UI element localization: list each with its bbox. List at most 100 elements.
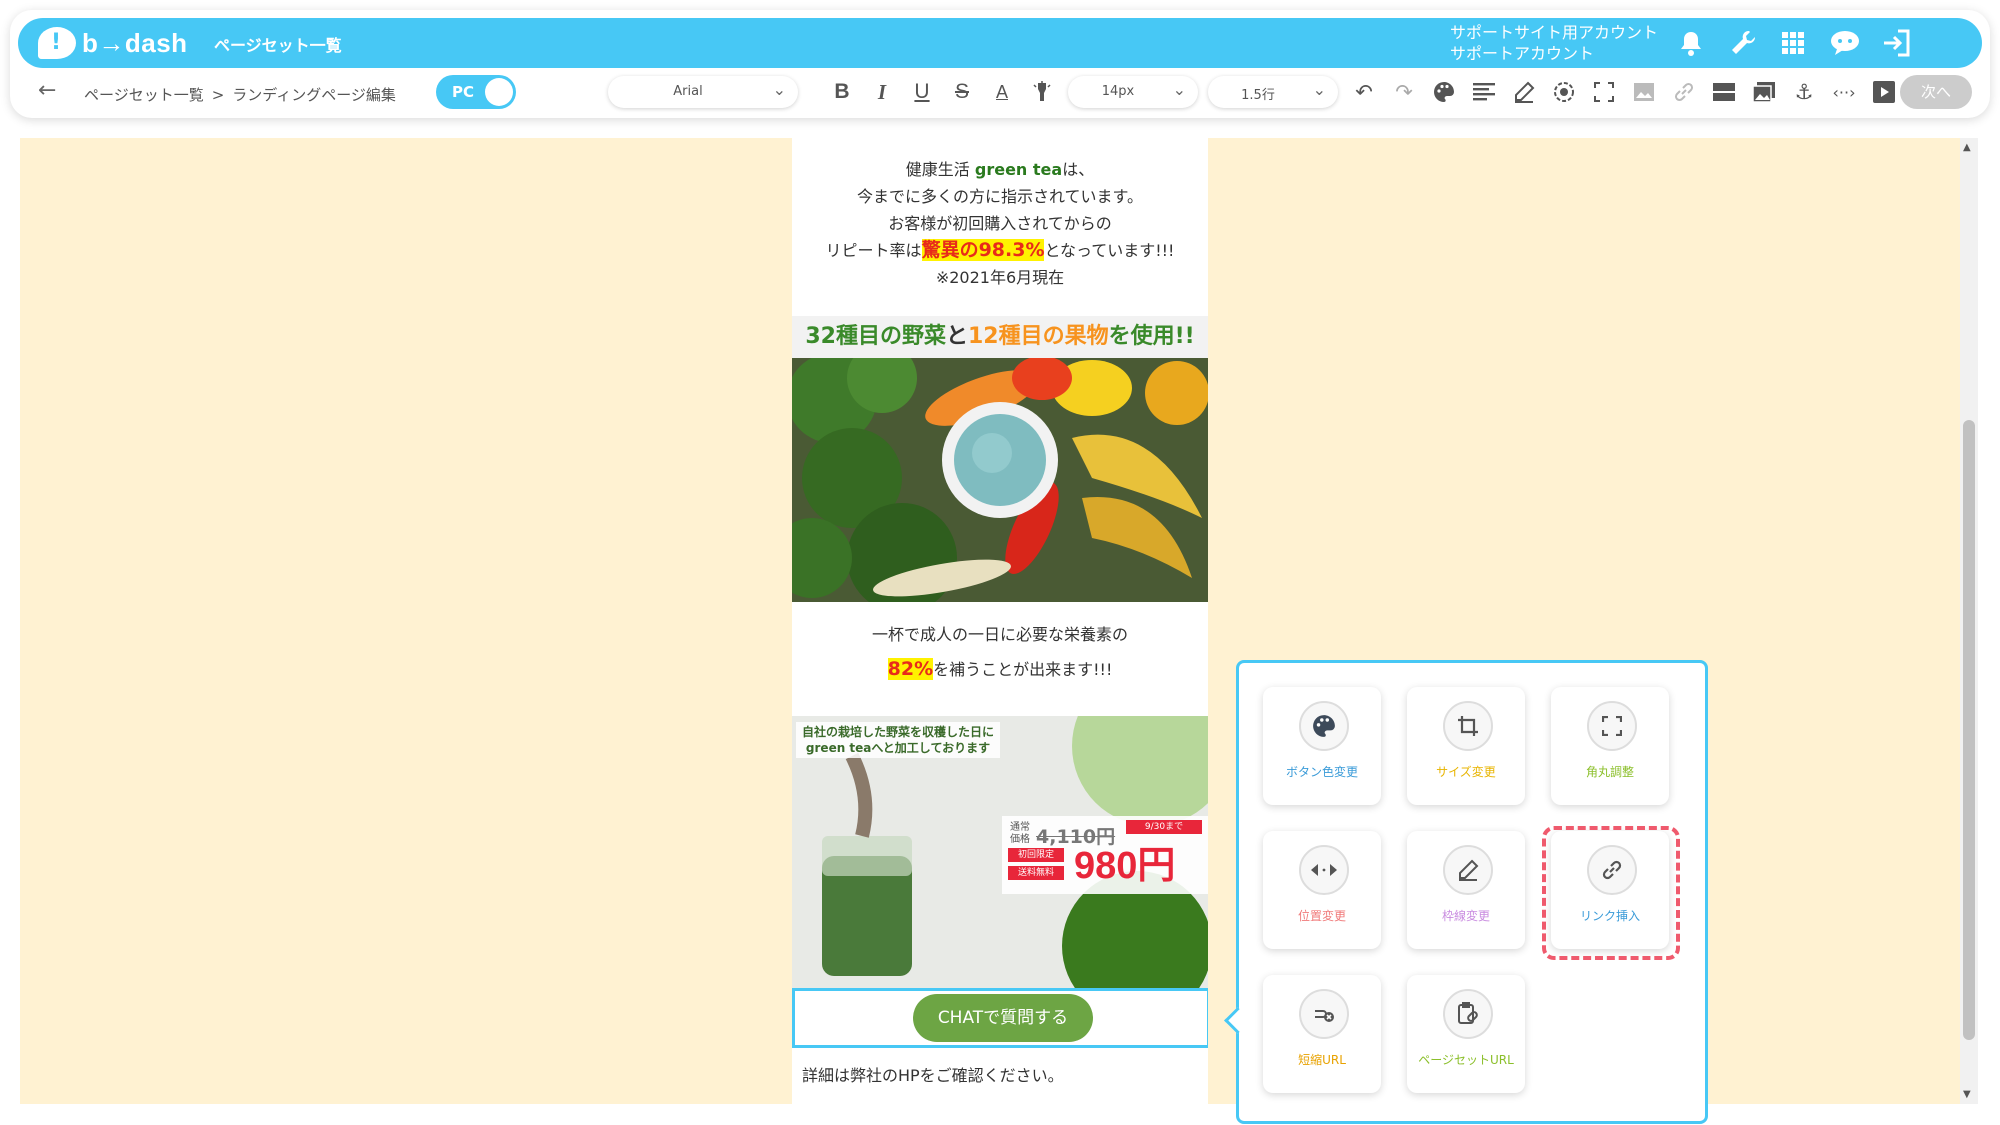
chevron-down-icon: ⌄ [1172, 80, 1186, 99]
intro-date-note: ※2021年6月現在 [935, 268, 1065, 287]
scroll-down-icon[interactable]: ▼ [1963, 1089, 1971, 1100]
logo-text: b→dash [82, 27, 188, 58]
chat-button-container[interactable]: CHATで質問する [792, 988, 1208, 1048]
section-block-icon[interactable] [1710, 78, 1738, 106]
breadcrumb: ページセット一覧 > ランディングページ編集 [84, 84, 396, 105]
until-badge: 9/30まで [1126, 820, 1202, 834]
fruit-count-text: 12種目の果物 [967, 324, 1109, 349]
align-left-icon[interactable] [1470, 78, 1498, 106]
chat-question-button[interactable]: CHATで質問する [913, 994, 1093, 1042]
link-icon[interactable] [1670, 78, 1698, 106]
free-shipping-badge: 送料無料 [1008, 866, 1064, 880]
link-insert-highlight [1542, 826, 1680, 960]
line-height-select[interactable]: 1.5行 ⌄ [1208, 76, 1338, 108]
intro-line-4: リピート率は [825, 241, 922, 260]
back-arrow-icon[interactable]: ← [38, 78, 56, 103]
pen-icon [1443, 845, 1493, 895]
device-pc-toggle[interactable]: PC [436, 75, 516, 109]
font-size-value: 14px [1101, 84, 1135, 99]
intro-text-block[interactable]: 健康生活 green teaは、 今までに多くの方に指示されています。 お客様が… [792, 156, 1208, 291]
tile-corner-radius[interactable]: 角丸調整 [1551, 687, 1669, 805]
tile-position-change[interactable]: 位置変更 [1263, 831, 1381, 949]
bell-icon[interactable] [1674, 26, 1708, 60]
tile-button-color-label: ボタン色変更 [1285, 765, 1358, 779]
intro-line-1: 健康生活 [905, 160, 975, 179]
nutrition-line-2: を補うことが出来ます!!! [933, 660, 1113, 679]
scroll-thumb[interactable] [1963, 420, 1975, 1040]
palette-icon [1299, 701, 1349, 751]
scroll-up-icon[interactable]: ▲ [1963, 142, 1971, 153]
toggle-knob [485, 78, 513, 106]
breadcrumb-landing-page-edit: ランディングページ編集 [232, 86, 396, 104]
veg-and-text: と [945, 324, 968, 349]
undo-icon[interactable]: ↶ [1350, 78, 1378, 106]
font-family-value: Arial [673, 84, 703, 99]
redo-icon[interactable]: ↷ [1390, 78, 1418, 106]
code-icon[interactable]: ‹··› [1830, 78, 1858, 106]
apps-grid-icon[interactable] [1776, 26, 1810, 60]
gallery-icon[interactable] [1750, 78, 1778, 106]
italic-button[interactable]: I [868, 78, 896, 106]
nutrition-line-1: 一杯で成人の一日に必要な栄養素の [871, 625, 1128, 644]
underline-button[interactable]: U [908, 78, 936, 106]
tile-size-change[interactable]: サイズ変更 [1407, 687, 1525, 805]
canvas-scrollbar[interactable]: ▲ ▼ [1960, 138, 1978, 1104]
repeat-rate-highlight: 驚異の98.3% [921, 239, 1045, 261]
veg-count-text: 32種目の野菜 [805, 324, 946, 349]
palette-icon[interactable] [1430, 78, 1458, 106]
page-title[interactable]: ページセット一覧 [214, 32, 342, 56]
sale-price: 980円 [1074, 845, 1176, 887]
footer-text[interactable]: 詳細は弊社のHPをご確認ください。 [802, 1062, 1064, 1086]
regular-price-label: 通常 価格 [1010, 822, 1030, 846]
play-icon[interactable] [1870, 78, 1898, 106]
tile-short-url-label: 短縮URL [1298, 1053, 1346, 1067]
chevron-down-icon: ⌄ [1312, 80, 1326, 99]
tile-button-color[interactable]: ボタン色変更 [1263, 687, 1381, 805]
tile-short-url[interactable]: 短縮URL [1263, 975, 1381, 1093]
short-link-icon [1299, 989, 1349, 1039]
pen-icon[interactable] [1510, 78, 1538, 106]
wrench-icon[interactable] [1726, 26, 1760, 60]
strikethrough-button[interactable]: S [948, 78, 976, 106]
vegetables-photo[interactable] [792, 358, 1208, 602]
tile-corner-radius-label: 角丸調整 [1585, 765, 1634, 779]
app-logo[interactable]: b→dash [38, 24, 188, 62]
account-info[interactable]: サポートサイト用アカウント サポートアカウント [1450, 22, 1658, 64]
landing-page-preview: 健康生活 green teaは、 今までに多くの方に指示されています。 お客様が… [792, 138, 1208, 1104]
tile-border-change-label: 枠線変更 [1441, 909, 1490, 923]
tile-page-set-url-label: ページセットURL [1418, 1053, 1514, 1067]
next-button[interactable]: 次へ [1900, 75, 1972, 109]
intro-line-4-post: となっています!!! [1044, 241, 1175, 260]
account-name: サポートサイト用アカウント [1450, 23, 1659, 42]
bold-button[interactable]: B [828, 78, 856, 106]
chat-assistant-icon[interactable] [1828, 26, 1862, 60]
highlighter-icon[interactable] [1028, 78, 1056, 106]
crop-icon [1443, 701, 1493, 751]
font-family-select[interactable]: Arial ⌄ [608, 76, 798, 108]
intro-line-1-post: は、 [1062, 160, 1095, 179]
tile-border-change[interactable]: 枠線変更 [1407, 831, 1525, 949]
tile-position-change-label: 位置変更 [1297, 909, 1346, 923]
veg-banner[interactable]: 32種目の野菜と12種目の果物を使用!! [792, 316, 1208, 358]
promo-image[interactable]: 自社の栽培した野菜を収穫した日に green teaへと加工しております 通常 … [792, 716, 1208, 988]
text-color-button[interactable]: A [988, 78, 1016, 106]
breadcrumb-page-set-list[interactable]: ページセット一覧 [84, 86, 204, 104]
first-time-badge: 初回限定 [1008, 848, 1064, 862]
fullscreen-icon[interactable] [1590, 78, 1618, 106]
promo-caption: 自社の栽培した野菜を収穫した日に green teaへと加工しております [796, 722, 1001, 758]
tile-page-set-url[interactable]: ページセットURL [1407, 975, 1525, 1093]
nutrition-highlight: 82% [887, 658, 934, 680]
veg-use-text: を使用!! [1108, 324, 1195, 349]
regular-label-line-1: 通常 [1010, 822, 1030, 833]
brand-name: green tea [974, 160, 1063, 179]
image-icon[interactable] [1630, 78, 1658, 106]
anchor-icon[interactable]: ⚓ [1790, 78, 1818, 106]
logout-icon[interactable] [1880, 26, 1914, 60]
target-icon[interactable] [1550, 78, 1578, 106]
nutrition-text-block[interactable]: 一杯で成人の一日に必要な栄養素の 82%を補うことが出来ます!!! [792, 618, 1208, 687]
editor-toolbar: ← ページセット一覧 > ランディングページ編集 PC Arial ⌄ B I U … [18, 70, 1982, 116]
account-user: サポートアカウント [1450, 44, 1595, 63]
font-size-select[interactable]: 14px ⌄ [1068, 76, 1198, 108]
move-horizontal-icon [1299, 845, 1349, 895]
tile-size-change-label: サイズ変更 [1436, 765, 1496, 779]
